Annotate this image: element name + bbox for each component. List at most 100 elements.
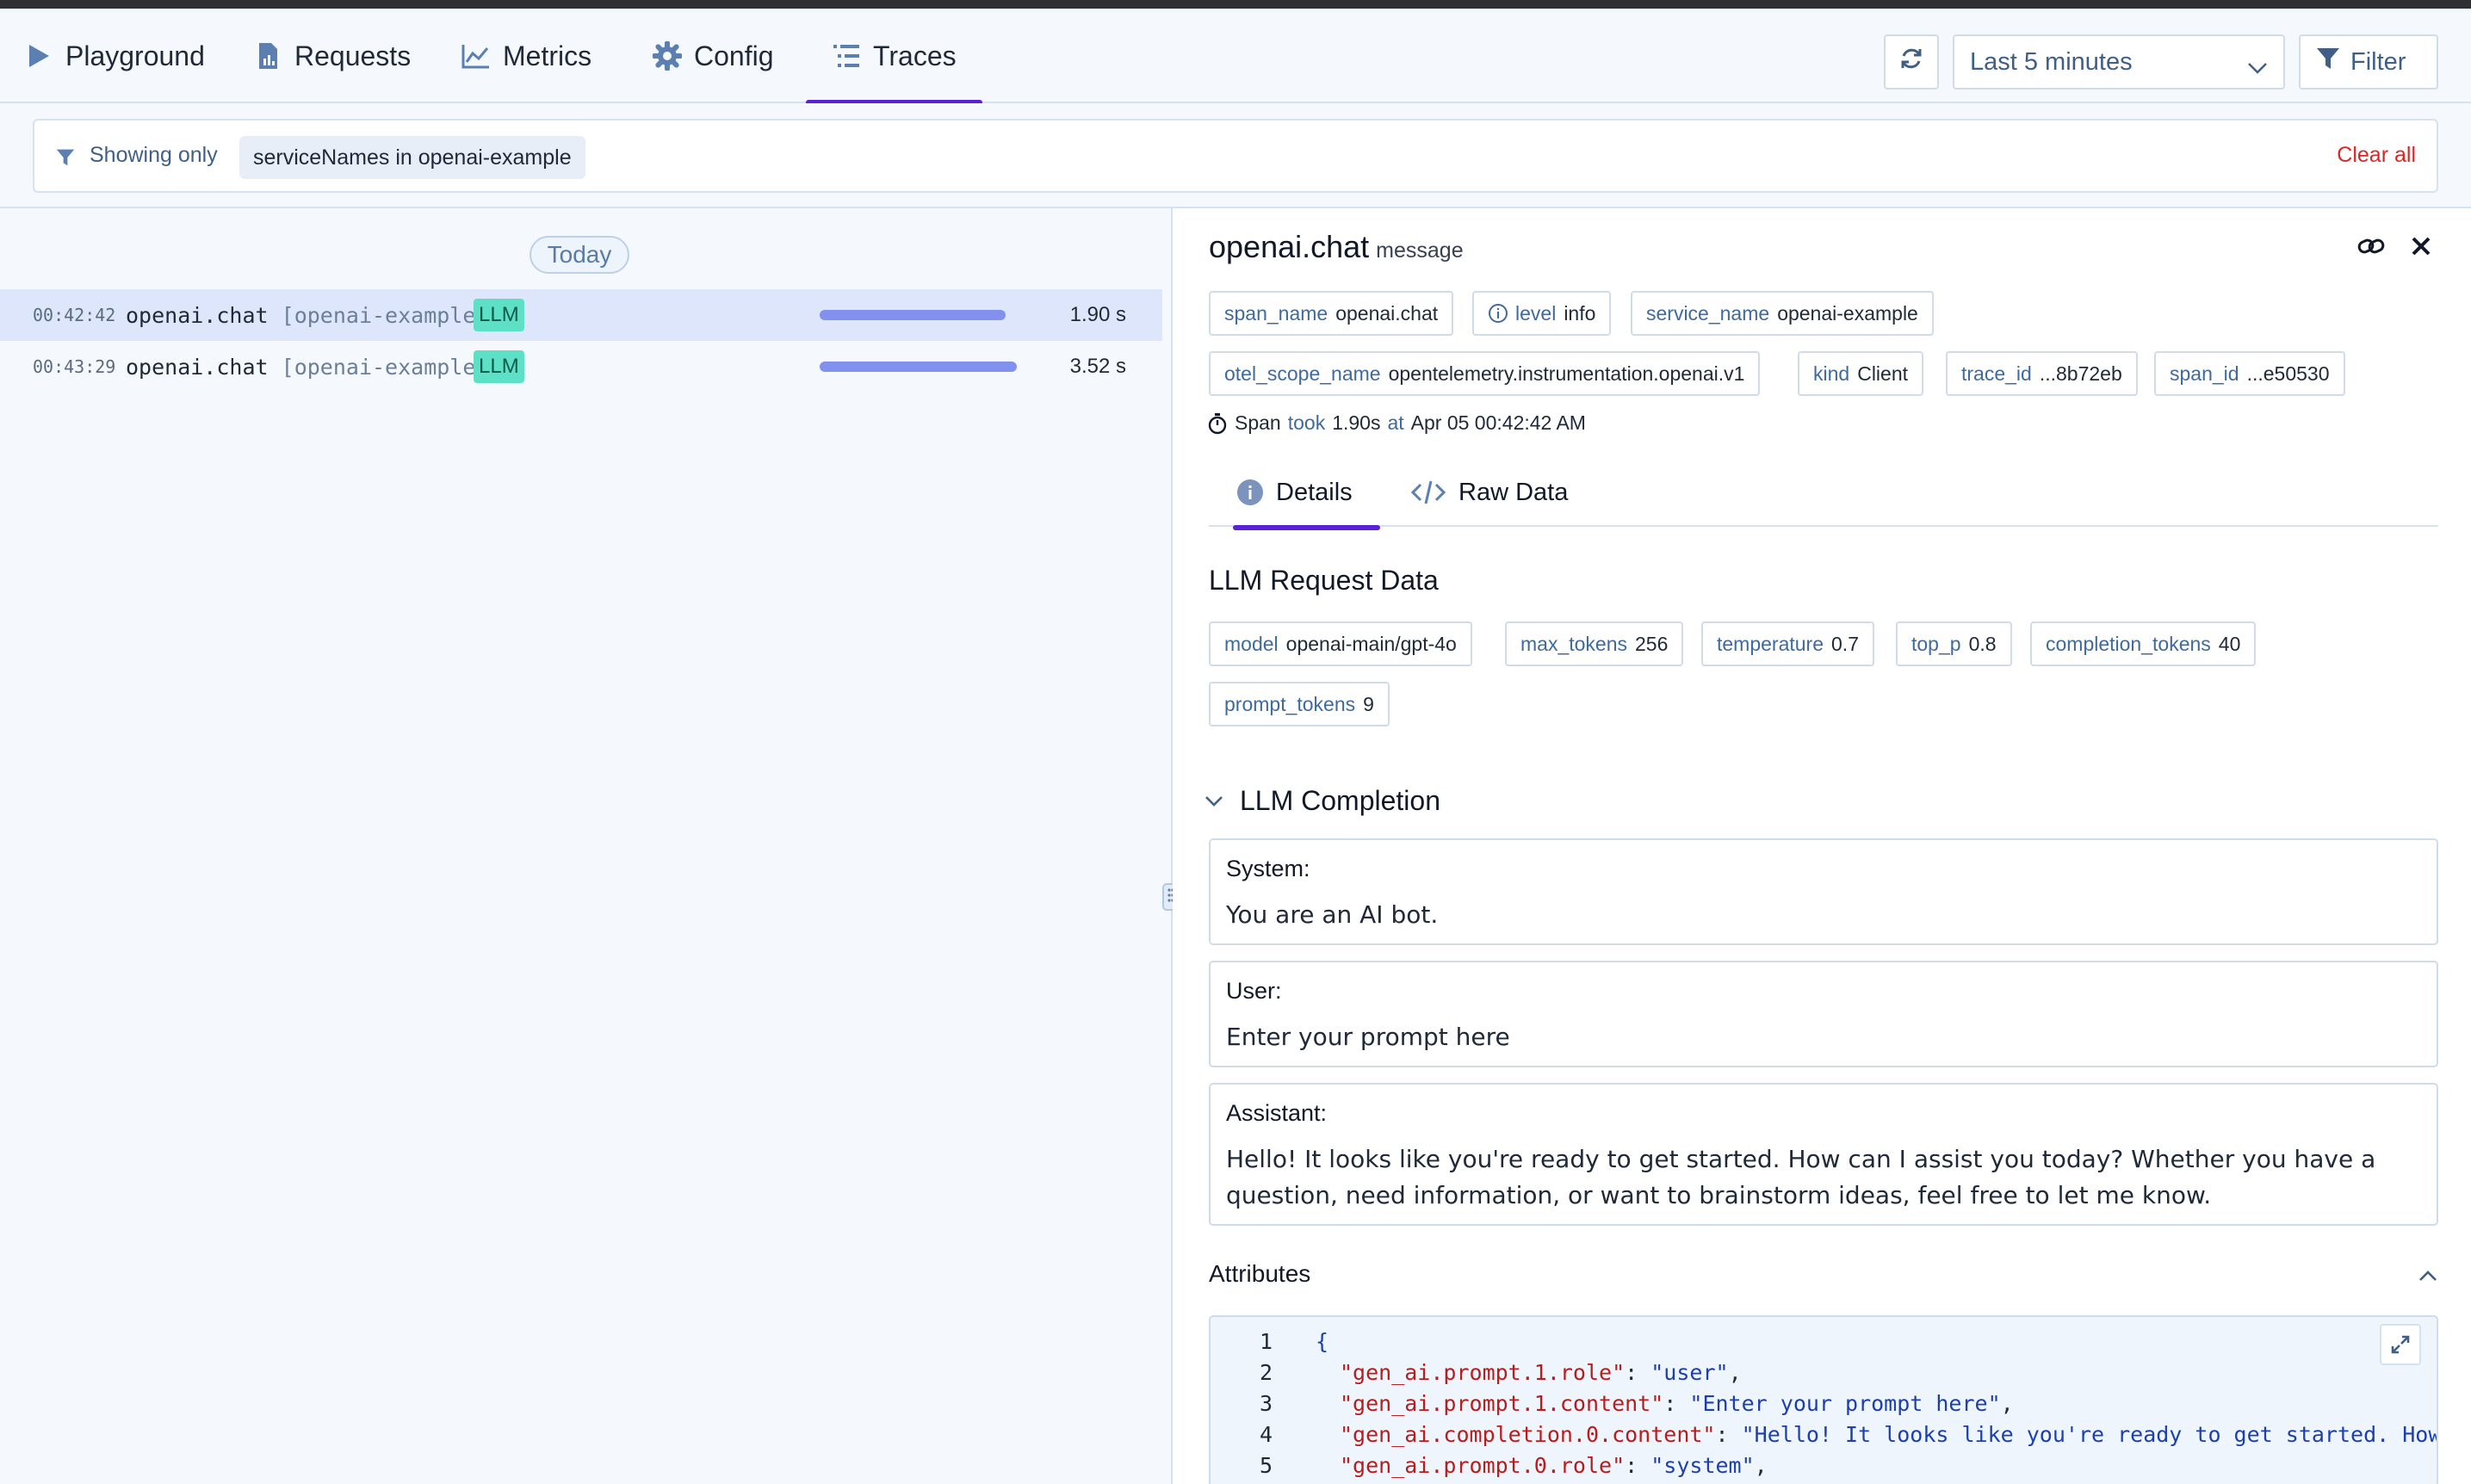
tag-key: trace_id — [1961, 362, 2032, 385]
llm-completion-toggle[interactable]: LLM Completion — [1204, 785, 1440, 817]
message-assistant: Assistant: Hello! It looks like you're r… — [1209, 1083, 2438, 1226]
tab-playground[interactable]: Playground — [24, 9, 205, 103]
code-value: "system" — [1650, 1452, 1755, 1478]
chevron-down-icon — [1204, 795, 1224, 808]
tag-key: completion_tokens — [2046, 632, 2211, 655]
list-tree-icon — [832, 41, 861, 71]
copy-link-button[interactable] — [2356, 232, 2387, 263]
tag-model: model openai-main/gpt-4o — [1209, 621, 1472, 666]
message-role: User: — [1226, 978, 1282, 1004]
trace-span-name: openai.chat — [126, 354, 269, 380]
refresh-button[interactable] — [1884, 34, 1939, 90]
tag-value: 9 — [1363, 692, 1374, 715]
tab-requests[interactable]: Requests — [253, 9, 411, 103]
date-group-label: Today — [530, 236, 629, 274]
filter-chip[interactable]: serviceNames in openai-example — [239, 136, 585, 179]
tag-value: 256 — [1635, 632, 1669, 655]
llm-badge: LLM — [474, 350, 524, 383]
tag-max-tokens: max_tokens 256 — [1505, 621, 1684, 666]
code-key: "gen_ai.completion.0.content" — [1340, 1421, 1716, 1447]
code-text: "gen_ai.prompt.0.role": "system", — [1340, 1452, 1768, 1478]
code-icon — [1410, 479, 1446, 506]
tag-value: openai-example — [1777, 301, 1918, 325]
chevron-down-icon — [2247, 53, 2268, 82]
tag-value: openai.chat — [1335, 301, 1439, 325]
code-text: "gen_ai.completion.0.content": "Hello! I… — [1340, 1421, 2438, 1447]
trace-service: [openai-example] — [281, 302, 489, 328]
took-value: 1.90s — [1332, 411, 1381, 434]
clear-all-link[interactable]: Clear all — [2337, 143, 2416, 168]
tag-key: max_tokens — [1520, 632, 1628, 655]
tag-value: opentelemetry.instrumentation.openai.v1 — [1388, 362, 1745, 385]
tag-value: ...8b72eb — [2039, 362, 2122, 385]
llm-completion-heading: LLM Completion — [1240, 785, 1440, 816]
duration-track — [820, 310, 1009, 320]
close-button[interactable] — [2406, 232, 2437, 263]
tag-key: otel_scope_name — [1224, 362, 1381, 385]
tab-details[interactable]: Details — [1233, 458, 1380, 530]
detail-tabs: Details Raw Data — [1209, 458, 2438, 530]
tab-label: Playground — [65, 40, 205, 71]
message-text: Enter your prompt here — [1226, 1023, 1510, 1051]
tag-trace-id[interactable]: trace_id ...8b72eb — [1946, 351, 2138, 396]
code-line: 3 "gen_ai.prompt.1.content": "Enter your… — [1211, 1388, 2014, 1419]
filter-button[interactable]: Filter — [2299, 34, 2438, 90]
message-role: Assistant: — [1226, 1100, 1328, 1126]
tag-key: model — [1224, 632, 1279, 655]
line-number: 4 — [1259, 1421, 1273, 1447]
tag-prompt-tokens: prompt_tokens 9 — [1209, 682, 1390, 727]
message-text: You are an AI bot. — [1226, 900, 1439, 929]
tab-raw-data[interactable]: Raw Data — [1410, 458, 1568, 527]
tag-value: 0.7 — [1831, 632, 1859, 655]
attributes-heading: Attributes — [1209, 1260, 1311, 1287]
tag-span-id[interactable]: span_id ...e50530 — [2154, 351, 2345, 396]
tab-metrics[interactable]: Metrics — [461, 9, 591, 103]
tag-key: span_id — [2170, 362, 2239, 385]
tab-config[interactable]: Config — [653, 9, 774, 103]
refresh-icon — [1898, 46, 1924, 78]
trace-name: openai.chat [openai-example] — [126, 303, 488, 328]
took-when: Apr 05 00:42:42 AM — [1410, 411, 1586, 434]
tab-traces[interactable]: Traces — [806, 9, 982, 105]
tag-service-name: service_name openai-example — [1631, 291, 1934, 336]
tag-level: level info — [1472, 291, 1612, 336]
attributes-code-viewer[interactable]: 1 { 2 "gen_ai.prompt.1.role": "user", 3 … — [1209, 1315, 2438, 1484]
duration-track — [820, 362, 1017, 372]
time-range-select[interactable]: Last 5 minutes — [1953, 34, 2285, 90]
trace-row[interactable]: 00:42:42 openai.chat [openai-example] LL… — [0, 289, 1162, 341]
code-text: "gen_ai.prompt.1.role": "user", — [1340, 1359, 1742, 1385]
stopwatch-icon — [1207, 412, 1228, 435]
code-key: "gen_ai.prompt.1.role" — [1340, 1359, 1626, 1385]
time-range-value: Last 5 minutes — [1970, 47, 2133, 76]
tab-label: Raw Data — [1458, 478, 1569, 506]
gear-icon — [653, 41, 682, 71]
code-key: "gen_ai.prompt.1.content" — [1340, 1390, 1664, 1416]
tag-completion-tokens: completion_tokens 40 — [2030, 621, 2257, 666]
trace-name: openai.chat [openai-example] — [126, 355, 488, 380]
code-value: "Enter your prompt here" — [1689, 1390, 2001, 1416]
message-user: User: Enter your prompt here — [1209, 961, 2438, 1067]
play-icon — [24, 41, 53, 71]
tag-key: top_p — [1911, 632, 1961, 655]
tag-otel-scope-name: otel_scope_name opentelemetry.instrumenta… — [1209, 351, 1761, 396]
code-line: 1 { — [1211, 1326, 1328, 1357]
tab-label: Requests — [294, 40, 412, 71]
trace-list-panel: Today 00:42:42 openai.chat [openai-examp… — [0, 208, 1171, 1484]
close-icon — [2411, 236, 2431, 261]
top-nav: Playground Requests Metrics Config Trace… — [0, 9, 2471, 105]
chevron-up-icon[interactable] — [2418, 1269, 2438, 1287]
trace-time: 00:42:42 — [33, 305, 116, 325]
expand-code-button[interactable] — [2380, 1324, 2421, 1365]
link-icon — [2357, 236, 2385, 261]
span-title-kind: message — [1376, 238, 1464, 263]
filter-button-label: Filter — [2350, 47, 2406, 76]
message-system: System: You are an AI bot. — [1209, 838, 2438, 945]
code-line: 5 "gen_ai.prompt.0.role": "system", — [1211, 1450, 1768, 1481]
llm-request-heading: LLM Request Data — [1209, 565, 1439, 596]
tag-value: info — [1564, 301, 1596, 325]
trace-row[interactable]: 00:43:29 openai.chat [openai-example] LL… — [0, 341, 1162, 393]
line-number: 3 — [1259, 1390, 1273, 1416]
tag-key: prompt_tokens — [1224, 692, 1356, 715]
message-role: System: — [1226, 856, 1310, 881]
code-value: "Hello! It looks like you're ready to ge… — [1741, 1421, 2438, 1447]
